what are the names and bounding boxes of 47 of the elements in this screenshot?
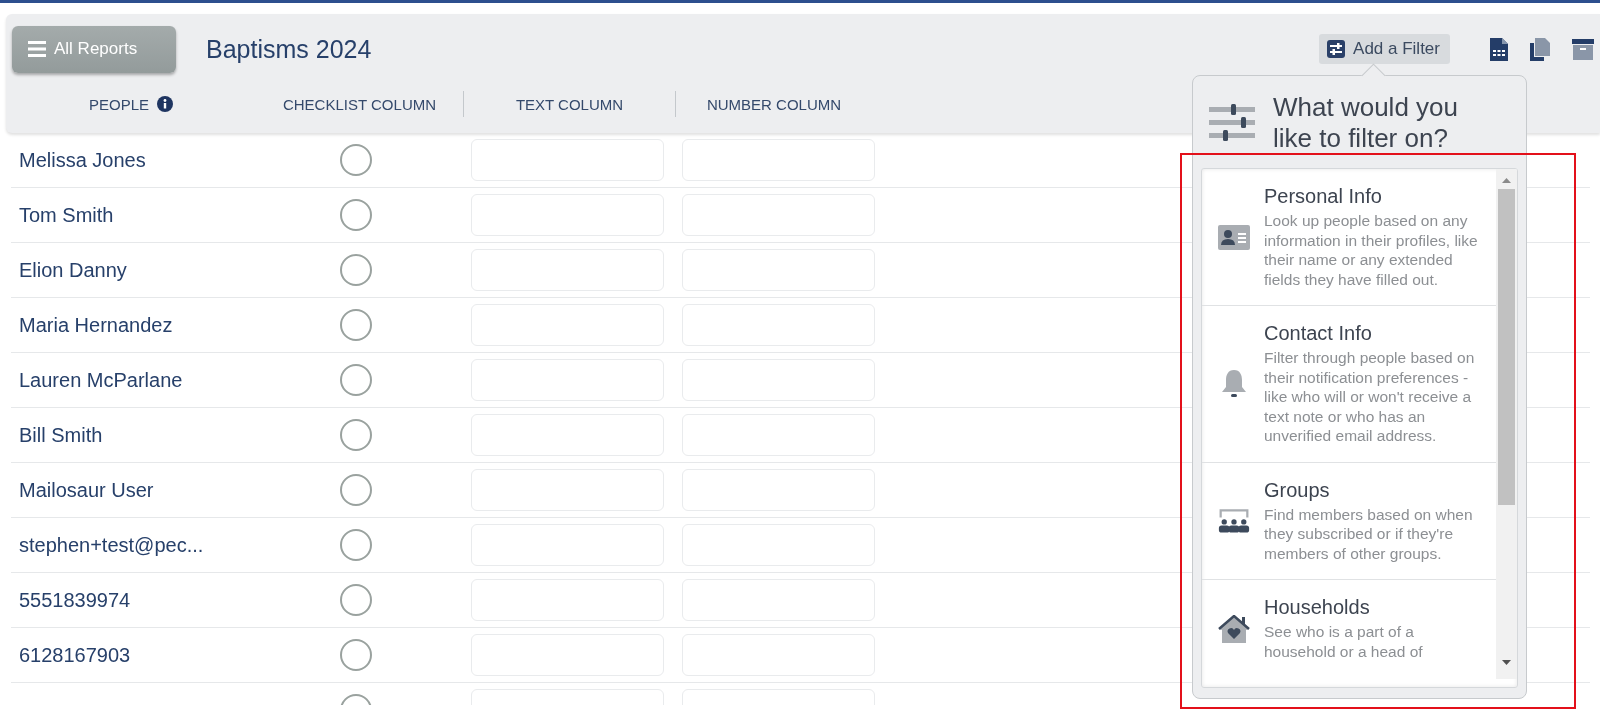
column-header[interactable]: NUMBER COLUMN <box>706 95 842 113</box>
menu-icon <box>28 41 46 57</box>
spreadsheet-icon[interactable] <box>1490 37 1508 61</box>
house-icon <box>1218 614 1250 643</box>
filter-option[interactable]: Households See who is a part of a household or a head of <box>1202 580 1496 677</box>
checklist-checkbox[interactable] <box>340 364 372 396</box>
column-header[interactable]: PEOPLE <box>89 95 149 113</box>
checklist-checkbox[interactable] <box>340 144 372 176</box>
checklist-checkbox[interactable] <box>340 584 372 616</box>
option-title: Personal Info <box>1264 185 1383 208</box>
person-name[interactable]: Elion Danny <box>19 258 291 282</box>
column-header[interactable]: CHECKLIST COLUMN <box>282 95 437 113</box>
option-title: Groups <box>1264 478 1331 502</box>
option-description: Filter through people based on their notification preferences - like who will or won't receive a text note or who has an unverified email address. <box>1264 348 1476 446</box>
checklist-checkbox[interactable] <box>340 474 372 506</box>
report-title: Baptisms 2024 <box>206 34 372 64</box>
checklist-checkbox[interactable] <box>340 529 372 561</box>
option-description: Look up people based on any information in their profiles, like their name or any extended fields they have filled out. <box>1264 211 1479 289</box>
option-description: Find members based on when they subscribed or if they're members of other groups. <box>1264 504 1474 563</box>
checklist-checkbox[interactable] <box>340 199 372 231</box>
bell-icon <box>1221 368 1247 399</box>
group-icon <box>1218 506 1250 535</box>
sliders-icon <box>1209 104 1255 142</box>
person-name[interactable]: 6128167903 <box>19 643 291 667</box>
archive-box-icon[interactable] <box>1572 38 1594 60</box>
person-name[interactable]: Bill Smith <box>19 423 291 447</box>
person-name[interactable]: Lauren McParlane <box>19 368 291 392</box>
person-name[interactable]: Mailosaur User <box>19 478 291 502</box>
person-name[interactable]: 5551839974 <box>19 588 291 612</box>
person-name[interactable]: Melissa Jones <box>19 148 291 172</box>
person-name[interactable]: stephen+test@pec... <box>19 533 291 557</box>
copy-icon[interactable] <box>1530 37 1550 61</box>
add-filter-button[interactable]: Add a Filter <box>1319 34 1450 64</box>
person-name[interactable]: Maria Hernandez <box>19 313 291 337</box>
checklist-checkbox[interactable] <box>340 639 372 671</box>
id-card-icon <box>1218 224 1250 250</box>
column-header[interactable]: TEXT COLUMN <box>515 95 624 113</box>
person-name[interactable]: Tom Smith <box>19 203 291 227</box>
sliders-icon <box>1327 40 1346 58</box>
option-description: See who is a part of a household or a head of <box>1264 622 1424 661</box>
popover-title: What would you like to filter on? <box>1273 92 1459 154</box>
checklist-checkbox[interactable] <box>340 254 372 286</box>
checklist-checkbox[interactable] <box>340 419 372 451</box>
info-icon[interactable] <box>157 96 173 112</box>
option-title: Contact Info <box>1264 322 1373 345</box>
option-title: Households <box>1264 596 1371 619</box>
checklist-checkbox[interactable] <box>340 309 372 341</box>
